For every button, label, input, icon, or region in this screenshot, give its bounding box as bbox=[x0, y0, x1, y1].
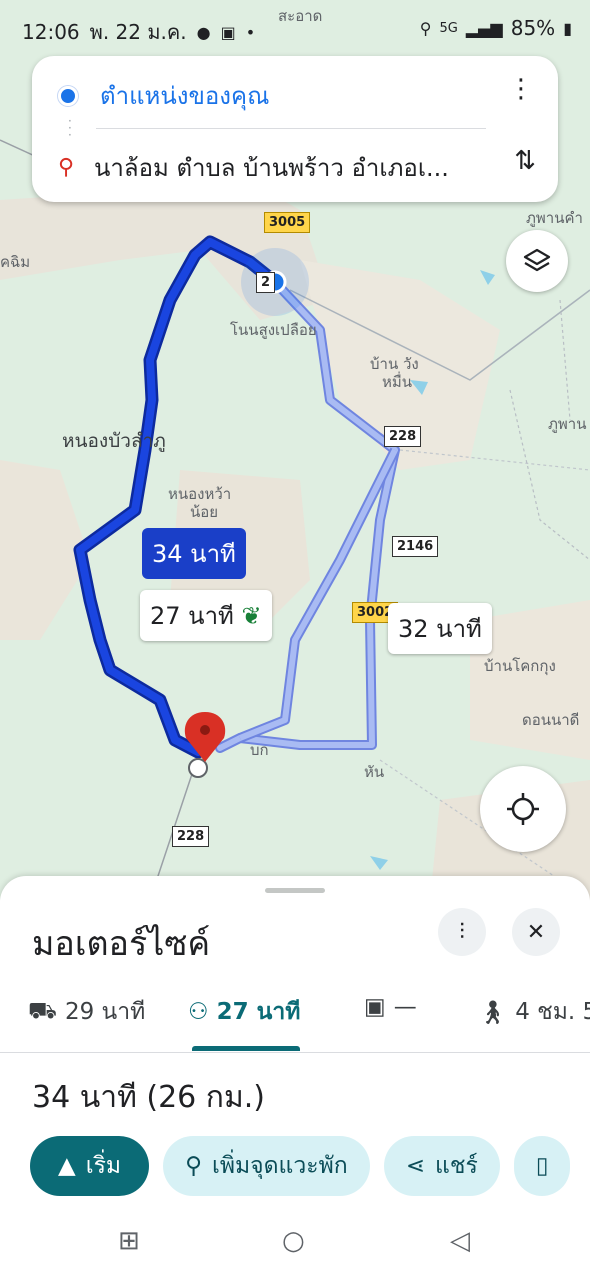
add-location-icon: ⚲ bbox=[185, 1153, 202, 1179]
map-label-top-right: ภูพานคำ bbox=[526, 209, 583, 227]
origin-field[interactable]: ตำแหน่งของคุณ bbox=[58, 76, 532, 115]
layers-button[interactable] bbox=[506, 230, 568, 292]
sheet-title: มอเตอร์ไซค์ bbox=[32, 924, 211, 964]
connector-dots: · · · bbox=[68, 114, 72, 142]
road-shield-228: 228 bbox=[384, 426, 422, 447]
tab-transit-label: — bbox=[393, 994, 417, 1020]
location-icon: ⚲ bbox=[419, 18, 432, 38]
route-summary: 34 นาที (26 กม.) bbox=[32, 1080, 265, 1115]
status-date: พ. 22 ม.ค. bbox=[89, 20, 187, 44]
recent-apps-icon[interactable]: ⊞ bbox=[118, 1226, 140, 1256]
directions-card: ตำแหน่งของคุณ · · · ⚲ นาล้อม ตำบล บ้านพร้า… bbox=[32, 56, 558, 202]
destination-pin-icon: ⚲ bbox=[58, 155, 75, 180]
gallery-icon: ▣ bbox=[220, 22, 236, 42]
my-location-button[interactable] bbox=[480, 766, 566, 852]
map-label-left: คฉิม bbox=[0, 253, 31, 271]
map-label-bankhok: บ้านโคกกุง bbox=[484, 657, 556, 675]
start-label: เริ่ม bbox=[85, 1153, 122, 1179]
line-app-icon: ● bbox=[196, 22, 211, 42]
bookmark-icon: ▯ bbox=[535, 1153, 549, 1179]
origin-text: ตำแหน่งของคุณ bbox=[100, 82, 270, 110]
motorcycle-icon: ⚇ bbox=[188, 999, 209, 1025]
map-label-han: หัน bbox=[364, 763, 385, 781]
tab-motorcycle-label: 27 นาที bbox=[216, 999, 301, 1025]
road-shield-2146: 2146 bbox=[392, 536, 439, 557]
map-label-nonghwa-2: น้อย bbox=[190, 503, 219, 521]
add-stop-button[interactable]: ⚲ เพิ่มจุดแวะพัก bbox=[163, 1136, 370, 1196]
route-time-eco[interactable]: 27 นาที ❦ bbox=[140, 590, 272, 641]
save-button[interactable]: ▯ bbox=[513, 1136, 571, 1196]
destination-field[interactable]: ⚲ นาล้อม ตำบล บ้านพร้าว อำเภอเ... bbox=[58, 148, 532, 187]
road-shield-3005: 3005 bbox=[264, 212, 311, 233]
route-time-alt[interactable]: 32 นาที bbox=[388, 603, 492, 654]
road-shield-2: 2 bbox=[256, 272, 276, 293]
close-icon: ✕ bbox=[526, 919, 546, 945]
tab-car[interactable]: ⛟ 29 นาที bbox=[28, 994, 145, 1030]
tab-motorcycle[interactable]: ⚇ 27 นาที bbox=[188, 994, 300, 1030]
active-tab-indicator bbox=[192, 1046, 300, 1051]
map-label-donnadi: ดอนนาดี bbox=[522, 711, 580, 729]
destination-text: นาล้อม ตำบล บ้านพร้าว อำเภอเ... bbox=[94, 154, 449, 182]
map-label-nongbua: หนองบัวลำภู bbox=[62, 430, 166, 452]
origin-dot-icon bbox=[58, 85, 78, 106]
close-button[interactable]: ✕ bbox=[512, 908, 560, 956]
tab-walk-label: 4 ชม. 5 bbox=[515, 999, 590, 1025]
network-type: 5G bbox=[439, 20, 458, 36]
home-icon[interactable]: ○ bbox=[282, 1226, 305, 1256]
field-divider bbox=[96, 128, 486, 129]
route-time-eco-label: 27 นาที bbox=[150, 602, 234, 630]
drag-handle[interactable] bbox=[265, 888, 325, 893]
layers-icon bbox=[523, 248, 551, 272]
transit-icon: ▣ bbox=[364, 994, 386, 1020]
tab-walk[interactable]: 🚶︎ 4 ชม. 5 bbox=[478, 994, 590, 1030]
back-icon[interactable]: ◁ bbox=[450, 1226, 470, 1256]
system-nav-bar: ⊞ ○ ◁ bbox=[0, 1206, 590, 1280]
map-label-nonsung: โนนสูงเปลือย bbox=[230, 321, 317, 339]
swap-icon[interactable]: ⇅ bbox=[514, 146, 536, 176]
tab-transit[interactable]: ▣ — bbox=[364, 994, 417, 1020]
route-time-alt-label: 32 นาที bbox=[398, 615, 482, 643]
add-stop-label: เพิ่มจุดแวะพัก bbox=[211, 1153, 348, 1179]
dot-icon: • bbox=[245, 22, 256, 42]
share-label: แชร์ bbox=[435, 1153, 478, 1179]
route-options-button[interactable]: ⫶ bbox=[438, 908, 486, 956]
route-time-primary-label: 34 นาที bbox=[152, 540, 236, 568]
route-time-primary[interactable]: 34 นาที bbox=[142, 528, 246, 579]
car-icon: ⛟ bbox=[28, 997, 57, 1024]
walk-icon: 🚶︎ bbox=[478, 999, 508, 1026]
battery-icon: ▮ bbox=[563, 18, 572, 38]
status-bar: 12:06 พ. 22 ม.ค. ● ▣ • ⚲ 5G ▂▄▆ 85% ▮ bbox=[0, 0, 590, 56]
sliders-icon: ⫶ bbox=[459, 919, 465, 945]
leaf-icon: ❦ bbox=[241, 602, 262, 630]
navigation-arrow-icon: ▲ bbox=[58, 1153, 76, 1179]
map-label-bok: บก bbox=[250, 741, 269, 759]
action-buttons: ▲ เริ่ม ⚲ เพิ่มจุดแวะพัก ⋖ แชร์ ▯ bbox=[30, 1136, 571, 1198]
map-label-banwang-2: หมื่น bbox=[382, 373, 413, 391]
share-button[interactable]: ⋖ แชร์ bbox=[383, 1136, 500, 1196]
status-time: 12:06 bbox=[22, 20, 80, 44]
battery-level: 85% bbox=[510, 16, 556, 40]
map-label-phuphan: ภูพาน bbox=[548, 415, 587, 433]
more-options-icon[interactable]: ⋮ bbox=[508, 74, 534, 104]
crosshair-icon bbox=[507, 793, 539, 825]
start-button[interactable]: ▲ เริ่ม bbox=[30, 1136, 150, 1196]
road-shield-228-bottom: 228 bbox=[172, 826, 210, 847]
tab-car-label: 29 นาที bbox=[64, 999, 146, 1025]
share-icon: ⋖ bbox=[405, 1153, 426, 1179]
signal-icon: ▂▄▆ bbox=[465, 18, 503, 38]
travel-mode-tabs: ⛟ 29 นาที ⚇ 27 นาที ▣ — 🚶︎ 4 ชม. 5 bbox=[0, 986, 590, 1053]
